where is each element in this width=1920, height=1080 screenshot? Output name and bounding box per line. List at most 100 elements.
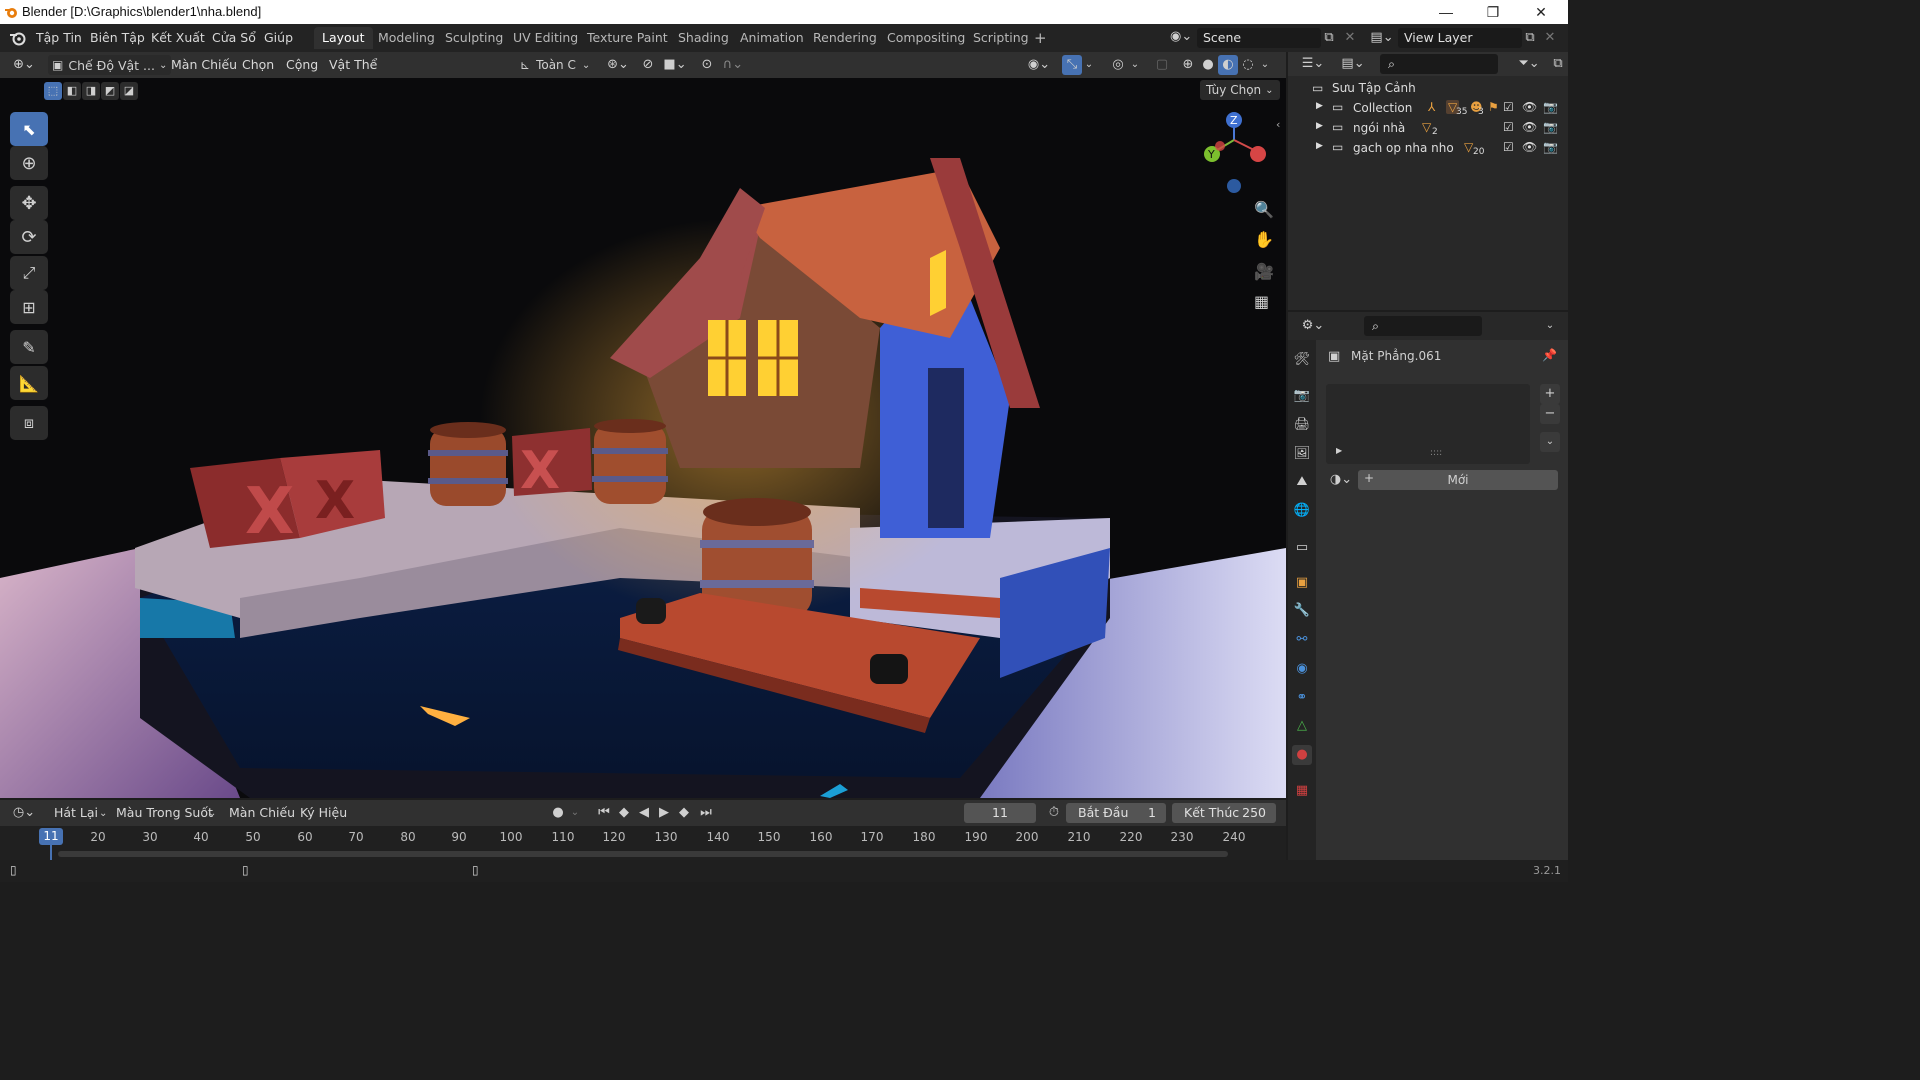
minimize-button[interactable]: — [1423, 2, 1469, 22]
end-frame-field[interactable]: Kết Thúc 250 [1172, 803, 1276, 823]
select-new-icon[interactable]: ⬚ [44, 82, 62, 100]
eye-icon[interactable]: 👁 [1522, 140, 1537, 154]
move-tool[interactable]: ✥ [10, 186, 48, 220]
view-layer-name-field[interactable]: View Layer [1398, 28, 1522, 48]
tab-texture-paint[interactable]: Texture Paint [579, 27, 676, 49]
tab-modeling[interactable]: Modeling [370, 27, 443, 49]
render-camera-icon[interactable]: 📷 [1543, 100, 1558, 114]
select-invert-icon[interactable]: ◩ [101, 82, 119, 100]
scale-tool[interactable]: ⤢ [10, 256, 48, 290]
expand-arrow-icon[interactable]: ▶ [1316, 101, 1323, 111]
wireframe-shading-icon[interactable]: ⊕ [1178, 55, 1198, 75]
collection-tab-icon[interactable]: ▭ [1292, 538, 1312, 558]
scene-name-field[interactable]: Scene [1197, 28, 1321, 48]
menu-view[interactable]: Màn Chiếu [171, 57, 237, 72]
playback-menu[interactable]: Hát Lại [54, 805, 98, 820]
outliner-scene-collection-row[interactable]: ▭ Sưu Tập Cảnh [1288, 78, 1568, 98]
transform-tool[interactable]: ⊞ [10, 290, 48, 324]
chevron-down-icon[interactable]: ⌄ [1540, 432, 1560, 452]
resize-handle[interactable]: :::: [1430, 448, 1442, 458]
material-preview-icon[interactable]: ◐ [1218, 55, 1238, 75]
properties-search-input[interactable]: ⌕ [1364, 316, 1482, 336]
jump-end-icon[interactable]: ⏭ [696, 803, 716, 823]
tab-uv-editing[interactable]: UV Editing [505, 27, 586, 49]
tab-layout[interactable]: Layout [314, 27, 373, 49]
tool-tab-icon[interactable]: 🛠 [1292, 350, 1312, 370]
constraints-tab-icon[interactable]: ⚭ [1292, 688, 1312, 708]
physics-tab-icon[interactable]: ◉ [1292, 659, 1312, 679]
tab-rendering[interactable]: Rendering [805, 27, 885, 49]
new-view-layer-icon[interactable]: ⧉ [1520, 28, 1540, 48]
tab-shading[interactable]: Shading [670, 27, 737, 49]
scene-tab-icon[interactable]: ⛰ [1292, 472, 1312, 492]
output-tab-icon[interactable]: 🖨 [1292, 415, 1312, 435]
editor-type-icon[interactable]: ⊕⌄ [8, 55, 40, 75]
add-cube-tool[interactable]: ⧈ [10, 406, 48, 440]
zoom-icon[interactable]: 🔍 [1254, 200, 1274, 219]
outliner-collection-row[interactable]: ▶ ▭ Collection ⅄ ▽ 35 ☻ 3 ⚑ ☑ 👁 📷 [1288, 98, 1568, 118]
play-icon[interactable]: ▶ [654, 803, 674, 823]
tab-compositing[interactable]: Compositing [879, 27, 973, 49]
frame-ruler[interactable]: 20 30 40 50 60 70 80 90 100 110 120 130 … [0, 826, 1286, 860]
navigation-gizmo[interactable]: Z Y [1196, 108, 1276, 198]
next-keyframe-icon[interactable]: ◆ [674, 803, 694, 823]
add-slot-icon[interactable]: + [1540, 384, 1560, 404]
record-icon[interactable]: ● [548, 803, 568, 823]
select-intersect-icon[interactable]: ◪ [120, 82, 138, 100]
remove-slot-icon[interactable]: − [1540, 404, 1560, 424]
measure-tool[interactable]: 📐 [10, 366, 48, 400]
delete-view-layer-icon[interactable]: ✕ [1540, 28, 1560, 48]
chevron-down-icon[interactable]: ⌄ [1258, 55, 1272, 75]
timeline-editor-type-icon[interactable]: ◷⌄ [8, 803, 40, 823]
texture-tab-icon[interactable]: ▦ [1292, 781, 1312, 801]
start-frame-field[interactable]: Bắt Đầu 1 [1066, 803, 1166, 823]
snap-toggle-icon[interactable]: ⊘ [638, 55, 658, 75]
new-material-button[interactable]: + Mới [1358, 470, 1558, 490]
world-tab-icon[interactable]: 🌐 [1292, 501, 1312, 521]
chevron-down-icon[interactable]: ⌄ [1128, 55, 1142, 75]
prev-keyframe-icon[interactable]: ◆ [614, 803, 634, 823]
tab-sculpting[interactable]: Sculpting [437, 27, 511, 49]
material-tab-icon[interactable]: ● [1292, 745, 1312, 765]
pan-hand-icon[interactable]: ✋ [1254, 230, 1274, 249]
jump-start-icon[interactable]: ⏮ [594, 803, 614, 823]
modifier-tab-icon[interactable]: 🔧 [1292, 601, 1312, 621]
chevron-down-icon[interactable]: ⌄ [568, 803, 582, 823]
transform-orientation-dropdown[interactable]: ⊾ Toàn C ⌄ [516, 55, 594, 75]
maximize-button[interactable]: ❐ [1470, 2, 1516, 22]
eye-icon[interactable]: 👁 [1522, 100, 1537, 114]
gizmo-toggle-icon[interactable]: ⤡ [1062, 55, 1082, 75]
object-tab-icon[interactable]: ▣ [1292, 573, 1312, 593]
chevron-down-icon[interactable]: ⌄ [1082, 55, 1096, 75]
proportional-edit-icon[interactable]: ⊙ [697, 55, 717, 75]
3d-viewport[interactable]: X X X ⬚ ◧ ◨ ◩ ◪ Tùy Chọn ⌄ ⬉ ⊕ ✥ ⟳ ⤢ ⊞ ✎… [0, 78, 1286, 798]
pin-icon[interactable]: 📌 [1542, 348, 1557, 362]
solid-shading-icon[interactable]: ● [1198, 55, 1218, 75]
render-camera-icon[interactable]: 📷 [1543, 120, 1558, 134]
pivot-point-icon[interactable]: ⊛⌄ [604, 55, 632, 75]
display-mode-icon[interactable]: ▤⌄ [1338, 54, 1368, 74]
eye-icon[interactable]: 👁 [1522, 120, 1537, 134]
view-layer-tab-icon[interactable]: 🖼 [1292, 444, 1312, 464]
play-reverse-icon[interactable]: ◀ [634, 803, 654, 823]
cursor-tool[interactable]: ⊕ [10, 146, 48, 180]
expand-arrow-icon[interactable]: ▶ [1316, 141, 1323, 151]
outliner-collection-row[interactable]: ▶ ▭ ngói nhà ▽ 2 ☑ 👁 📷 [1288, 118, 1568, 138]
menu-help[interactable]: Giúp [264, 30, 293, 45]
visibility-icon[interactable]: ◉⌄ [1024, 55, 1054, 75]
outliner-collection-row[interactable]: ▶ ▭ gach op nha nho ▽ 20 ☑ 👁 📷 [1288, 138, 1568, 158]
menu-add[interactable]: Cộng [286, 57, 318, 72]
view-layer-selector-icon[interactable]: ▤⌄ [1368, 28, 1396, 48]
render-camera-icon[interactable]: 📷 [1543, 140, 1558, 154]
snap-target-icon[interactable]: ■⌄ [660, 55, 690, 75]
data-tab-icon[interactable]: △ [1292, 716, 1312, 736]
checkbox-icon[interactable]: ☑ [1503, 120, 1514, 134]
new-scene-icon[interactable]: ⧉ [1319, 28, 1339, 48]
checkbox-icon[interactable]: ☑ [1503, 140, 1514, 154]
grid-perspective-icon[interactable]: ▦ [1254, 292, 1269, 311]
menu-render[interactable]: Kết Xuất [151, 30, 205, 45]
particles-tab-icon[interactable]: ⚯ [1292, 630, 1312, 650]
checkbox-icon[interactable]: ☑ [1503, 100, 1514, 114]
marker-menu[interactable]: Ký Hiệu [300, 805, 347, 820]
xray-icon[interactable]: ▢ [1152, 55, 1172, 75]
